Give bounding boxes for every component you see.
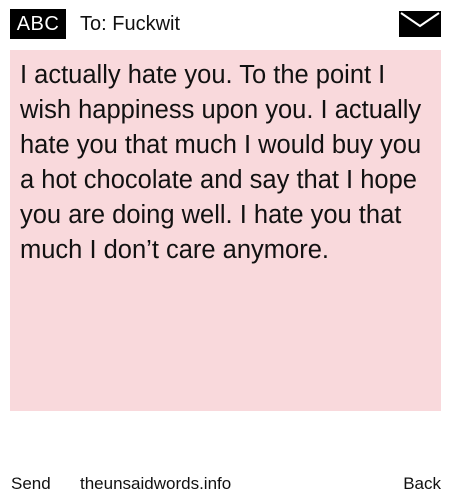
site-name: theunsaidwords.info	[80, 474, 232, 493]
back-button[interactable]: Back	[403, 472, 441, 496]
text-input-mode-badge[interactable]: ABC	[10, 9, 66, 39]
footer-bar: Send theunsaidwords.info Back	[0, 472, 450, 496]
message-text: I actually hate you. To the point I wish…	[20, 61, 422, 264]
message-body[interactable]: I actually hate you. To the point I wish…	[10, 50, 441, 411]
envelope-icon	[399, 11, 441, 37]
message-header: ABC To: Fuckwit	[10, 7, 441, 41]
unsent-message-screen: ABC To: Fuckwit I actually hate you. To …	[0, 0, 450, 500]
send-button[interactable]: Send	[11, 472, 51, 496]
recipient-field: To: Fuckwit	[80, 13, 181, 35]
